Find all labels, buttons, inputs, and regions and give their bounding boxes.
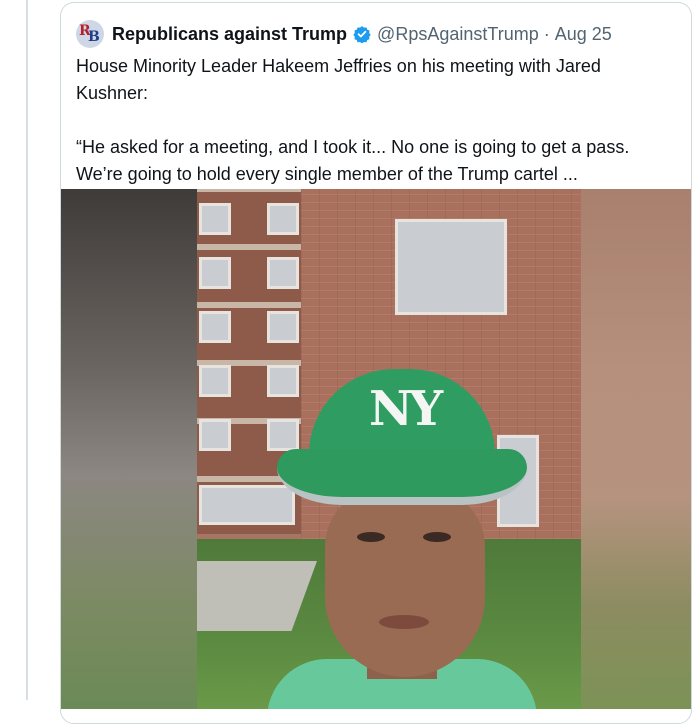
tweet-date[interactable]: Aug 25: [555, 24, 612, 45]
face: [325, 487, 485, 677]
mouth: [379, 615, 429, 629]
cap-brim: [277, 449, 527, 505]
window: [395, 219, 507, 315]
left-eye: [357, 532, 385, 542]
cap-logo: NY: [369, 381, 443, 437]
window: [267, 203, 299, 235]
video-blur-left: [61, 189, 197, 709]
right-eye: [423, 532, 451, 542]
window: [267, 311, 299, 343]
user-handle[interactable]: @RpsAgainstTrump: [377, 24, 539, 45]
video-frame: NY: [197, 189, 581, 709]
window: [199, 365, 231, 397]
window: [199, 203, 231, 235]
display-name[interactable]: Republicans against Trump: [112, 24, 347, 45]
tweet-paragraph-2: “He asked for a meeting, and I took it..…: [76, 137, 630, 184]
window: [199, 311, 231, 343]
verified-badge-icon: [353, 25, 371, 43]
tweet-paragraph-1: House Minority Leader Hakeem Jeffries on…: [76, 56, 601, 103]
tweet-header: R B Republicans against Trump @RpsAgains…: [76, 19, 612, 49]
speaker-figure: NY: [267, 369, 537, 709]
window: [267, 257, 299, 289]
avatar[interactable]: R B: [76, 20, 104, 48]
window: [199, 419, 231, 451]
separator-dot: ·: [543, 23, 550, 44]
video-blur-right: [581, 189, 691, 709]
window: [199, 257, 231, 289]
avatar-letter-b: B: [88, 29, 100, 45]
thread-line: [26, 0, 28, 700]
tweet-video[interactable]: NY: [61, 189, 691, 709]
quoted-tweet-card[interactable]: R B Republicans against Trump @RpsAgains…: [60, 2, 692, 724]
tweet-text: House Minority Leader Hakeem Jeffries on…: [76, 53, 676, 188]
